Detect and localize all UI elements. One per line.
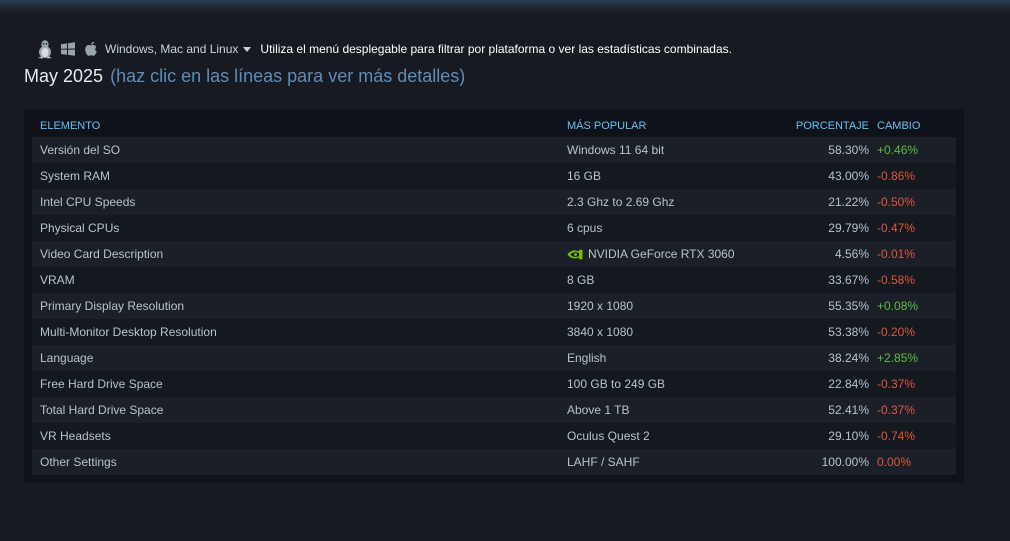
row-change-value: -0.74% [877,429,916,443]
linux-icon[interactable] [36,39,54,59]
row-popular-value: 100 GB to 249 GB [567,377,666,391]
row-popular-value: NVIDIA GeForce RTX 3060 [588,247,735,261]
row-percent-value: 4.56% [834,247,869,261]
page-title-month: May 2025 [24,66,104,86]
row-item-label: Primary Display Resolution [40,299,185,313]
row-popular-value: Oculus Quest 2 [567,429,650,443]
row-popular-cell: 1920 x 1080 [567,299,767,313]
row-popular-cell: Above 1 TB [567,403,767,417]
platform-filter-bar: Windows, Mac and Linux Utiliza el menú d… [36,38,732,60]
row-change-value: -0.47% [877,221,916,235]
table-row[interactable]: VR Headsets Oculus Quest 2 29.10% -0.74% [32,423,956,449]
row-popular-cell: LAHF / SAHF [567,455,767,469]
row-percent-value: 55.35% [828,299,869,313]
row-percent-value: 22.84% [828,377,869,391]
row-popular-cell: 6 cpus [567,221,767,235]
table-row[interactable]: Versión del SO Windows 11 64 bit 58.30% +0.… [32,137,956,163]
platform-dropdown-label: Windows, Mac and Linux [105,42,239,56]
row-popular-value: English [567,351,607,365]
row-change-value: +0.08% [877,299,919,313]
row-percent-value: 100.00% [821,455,869,469]
row-item-label: Language [40,351,94,365]
row-change-value: -0.20% [877,325,916,339]
table-row[interactable]: System RAM 16 GB 43.00% -0.86% [32,163,956,189]
row-percent-value: 33.67% [828,273,869,287]
column-header-change: CAMBIO [877,120,921,132]
table-row[interactable]: Free Hard Drive Space 100 GB to 249 GB 22.… [32,371,956,397]
row-change-value: 0.00% [877,455,912,469]
row-popular-cell: NVIDIA GeForce RTX 3060 [567,247,767,261]
row-popular-value: 6 cpus [567,221,603,235]
table-row[interactable]: Language English 38.24% +2.85% [32,345,956,371]
row-popular-value: 8 GB [567,273,595,287]
table-row[interactable]: Primary Display Resolution 1920 x 1080 55.… [32,293,956,319]
row-item-label: Versión del SO [40,143,121,157]
row-percent-value: 58.30% [828,143,869,157]
row-popular-cell: Windows 11 64 bit [567,143,767,157]
platform-hint-text: Utiliza el menú desplegable para filtrar… [260,42,732,56]
row-item-label: Total Hard Drive Space [40,403,164,417]
row-change-value: -0.86% [877,169,916,183]
row-popular-value: 16 GB [567,169,602,183]
row-item-label: Intel CPU Speeds [40,195,136,209]
row-change-value: -0.37% [877,403,916,417]
table-header-row: ELEMENTO MÁS POPULAR PORCENTAJE CAMBIO [32,115,956,137]
row-change-value: +0.46% [877,143,919,157]
row-item-label: VR Headsets [40,429,111,443]
page-title-subtitle: (haz clic en las líneas para ver más det… [110,66,466,86]
row-percent-value: 52.41% [828,403,869,417]
row-popular-value: Windows 11 64 bit [567,143,665,157]
table-row[interactable]: Total Hard Drive Space Above 1 TB 52.41% -0… [32,397,956,423]
row-change-value: -0.58% [877,273,916,287]
row-percent-value: 38.24% [828,351,869,365]
row-popular-cell: 16 GB [567,169,767,183]
row-change-value: -0.01% [877,247,916,261]
row-popular-cell: 2.3 Ghz to 2.69 Ghz [567,195,767,209]
row-item-label: System RAM [40,169,111,183]
row-popular-cell: 100 GB to 249 GB [567,377,767,391]
row-item-label: Video Card Description [40,247,164,261]
column-header-popular: MÁS POPULAR [567,120,647,132]
apple-icon[interactable] [84,39,98,59]
row-percent-value: 21.22% [828,195,869,209]
row-popular-cell: Oculus Quest 2 [567,429,767,443]
row-percent-value: 29.10% [828,429,869,443]
table-row[interactable]: Physical CPUs 6 cpus 29.79% -0.47% [32,215,956,241]
table-row[interactable]: VRAM 8 GB 33.67% -0.58% [32,267,956,293]
stats-table: ELEMENTO MÁS POPULAR PORCENTAJE CAMBIO V… [32,115,956,475]
nvidia-icon [567,249,583,260]
table-row[interactable]: Multi-Monitor Desktop Resolution 3840 x 1… [32,319,956,345]
chevron-down-icon [243,47,252,52]
row-popular-cell: 3840 x 1080 [567,325,767,339]
row-percent-value: 43.00% [828,169,869,183]
row-popular-value: 2.3 Ghz to 2.69 Ghz [567,195,675,209]
table-row[interactable]: Video Card Description NVIDIA GeForce RTX… [32,241,956,267]
row-change-value: -0.37% [877,377,916,391]
row-popular-value: 3840 x 1080 [567,325,634,339]
row-popular-value: 1920 x 1080 [567,299,634,313]
row-popular-cell: 8 GB [567,273,767,287]
table-row[interactable]: Other Settings LAHF / SAHF 100.00% 0.00% [32,449,956,475]
page-title: May 2025 (haz clic en las líneas para ve… [24,66,465,87]
row-change-value: -0.50% [877,195,916,209]
row-percent-value: 29.79% [828,221,869,235]
top-gradient-bar [0,0,1010,14]
windows-icon[interactable] [60,39,76,59]
row-popular-cell: English [567,351,767,365]
column-header-item: ELEMENTO [40,120,101,132]
platform-dropdown[interactable]: Windows, Mac and Linux [105,42,252,56]
row-popular-value: Above 1 TB [567,403,630,417]
column-header-percent: PORCENTAJE [795,120,869,132]
row-item-label: Multi-Monitor Desktop Resolution [40,325,217,339]
row-popular-value: LAHF / SAHF [567,455,640,469]
row-item-label: Other Settings [40,455,117,469]
row-item-label: VRAM [40,273,75,287]
table-row[interactable]: Intel CPU Speeds 2.3 Ghz to 2.69 Ghz 21.22… [32,189,956,215]
row-item-label: Physical CPUs [40,221,120,235]
stats-panel: ELEMENTO MÁS POPULAR PORCENTAJE CAMBIO V… [24,109,964,483]
row-item-label: Free Hard Drive Space [40,377,163,391]
row-change-value: +2.85% [877,351,919,365]
row-percent-value: 53.38% [828,325,869,339]
